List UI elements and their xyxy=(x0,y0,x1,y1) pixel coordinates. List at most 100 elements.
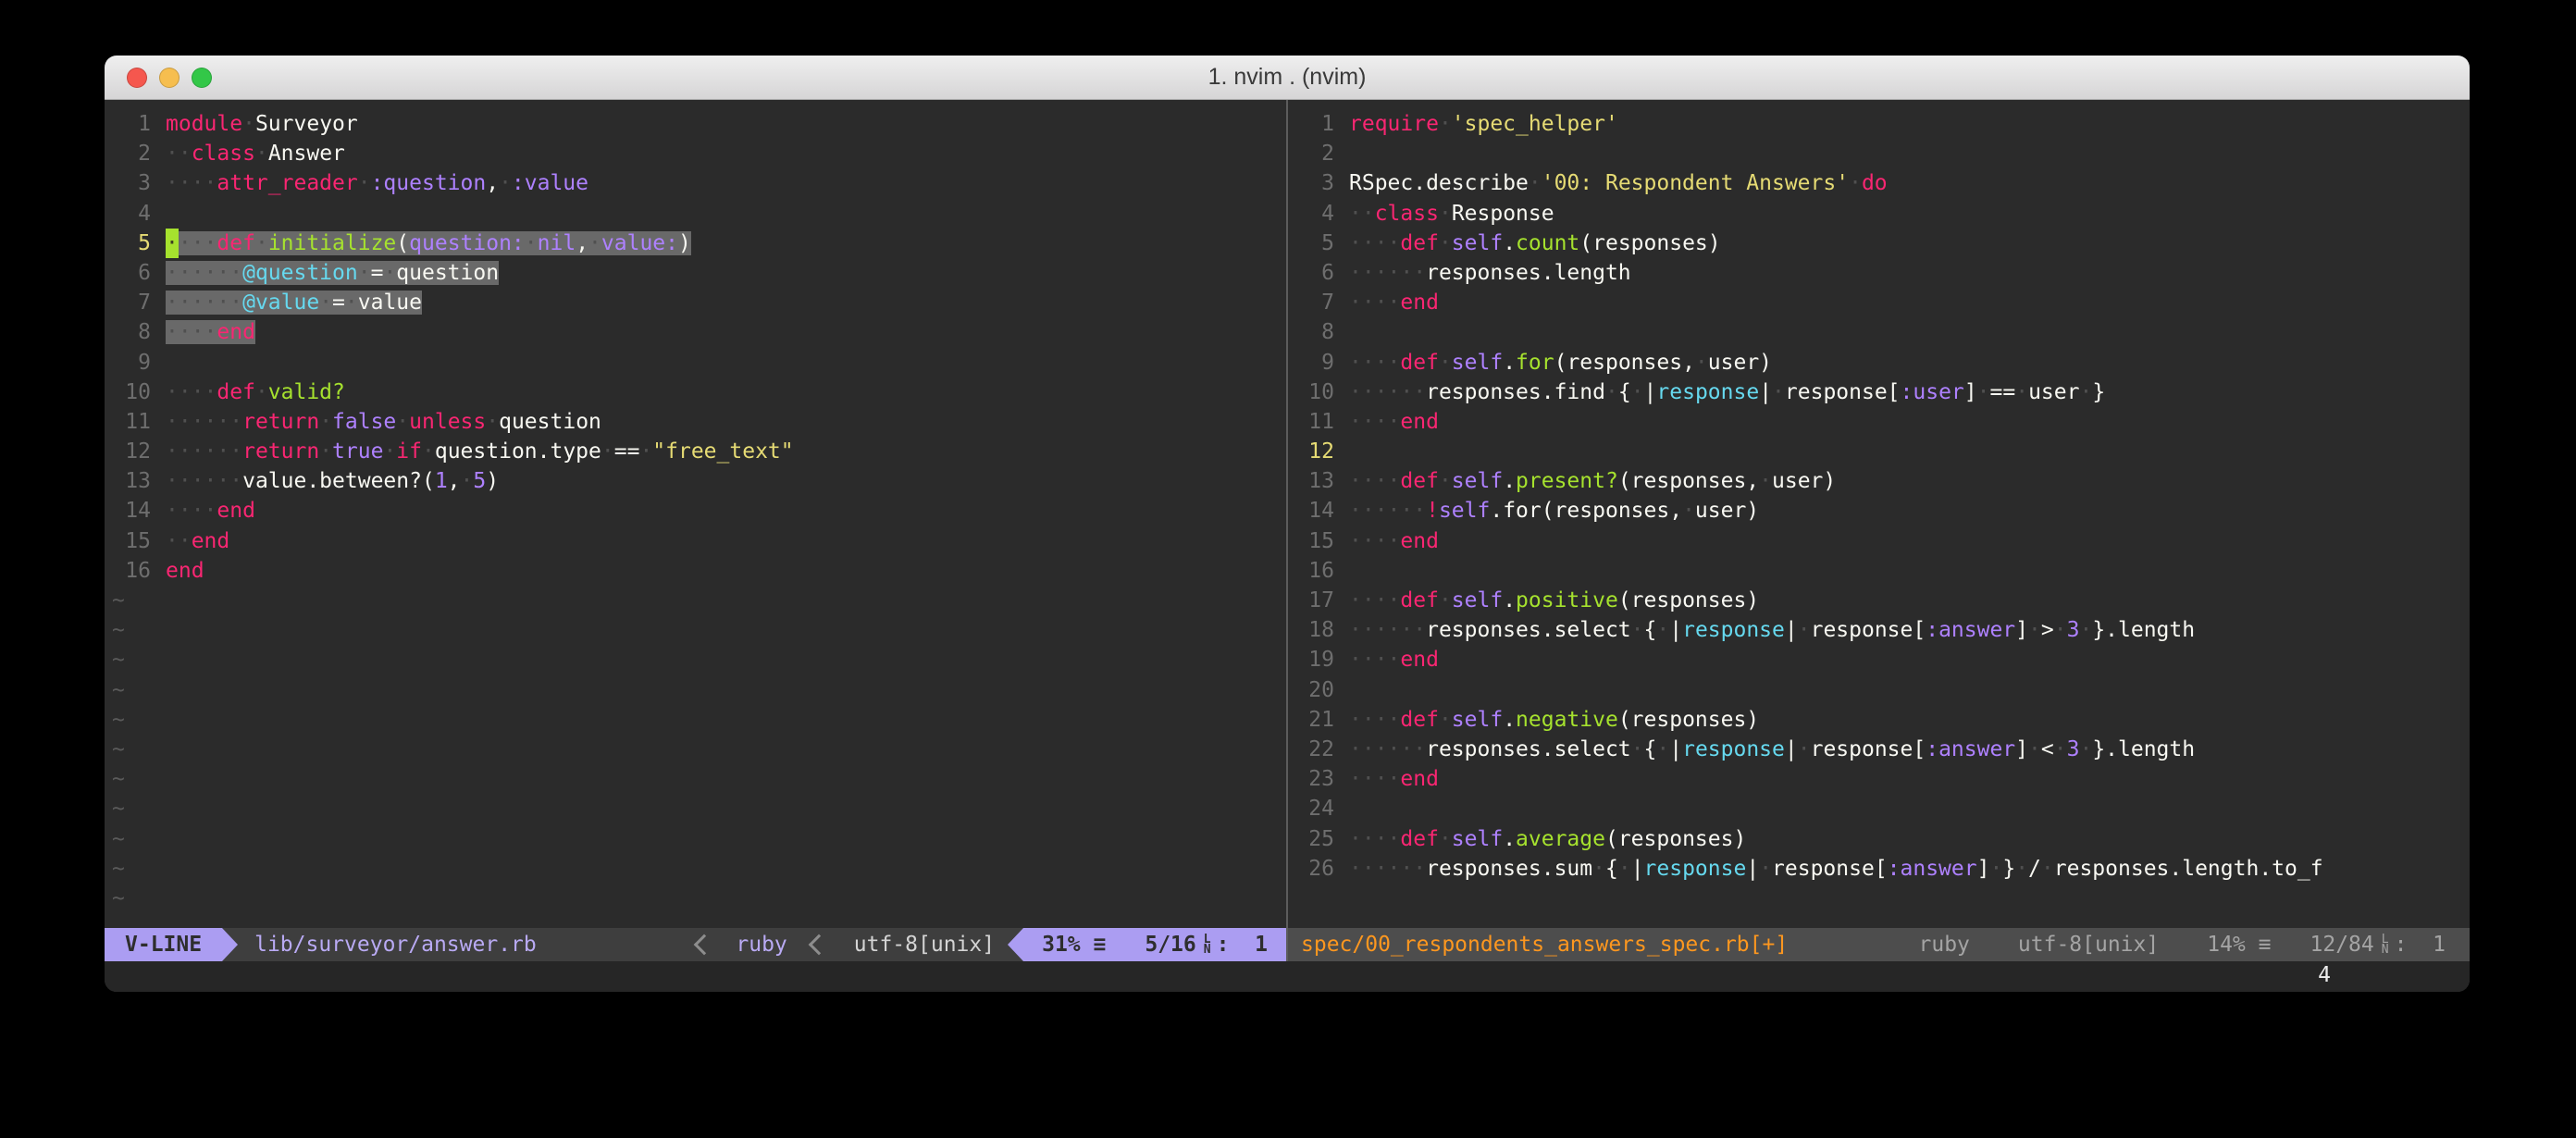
filler-tilde: ~ xyxy=(112,794,1286,823)
filler-tilde: ~ xyxy=(112,586,1286,615)
filler-tilde: ~ xyxy=(112,645,1286,674)
code-line: 8····end xyxy=(112,317,1286,347)
code-line: 2 xyxy=(1295,139,2470,168)
column-right: 1 xyxy=(2433,933,2446,957)
code-line: 8 xyxy=(1295,317,2470,347)
visual-selection: ···def·initialize(question:·nil,·value:) xyxy=(179,231,691,255)
code-line: 11······return·false·unless·question xyxy=(112,407,1286,437)
filetype-left: ruby xyxy=(726,928,796,961)
code-line: 20 xyxy=(1295,675,2470,705)
colon-separator: : xyxy=(2395,933,2408,957)
filler-tilde: ~ xyxy=(112,884,1286,913)
code-line: 13······value.between?(1,·5) xyxy=(112,466,1286,496)
line-number-symbol-icon: LN xyxy=(1204,934,1211,955)
code-line: 14····end xyxy=(112,496,1286,526)
line-position-left: 5/16 xyxy=(1145,933,1195,957)
code-line: 23····end xyxy=(1295,764,2470,794)
terminal-window[interactable]: 1. nvim . (nvim) 1module·Surveyor2··clas… xyxy=(105,56,2470,992)
line-position-right: 12/84 xyxy=(2310,933,2374,957)
code-line: 3RSpec.describe·'00: Respondent Answers'… xyxy=(1295,168,2470,198)
code-line: 10····def·valid? xyxy=(112,377,1286,407)
code-line: 15····end xyxy=(1295,526,2470,556)
chevron-left-icon xyxy=(694,934,715,956)
zoom-button[interactable] xyxy=(192,68,212,88)
pending-command-count: 4 xyxy=(2318,961,2331,992)
minimize-button[interactable] xyxy=(159,68,180,88)
code-line: 16end xyxy=(112,556,1286,586)
code-line: 7····end xyxy=(1295,288,2470,317)
colon-separator: : xyxy=(1217,933,1230,957)
code-line: 2··class·Answer xyxy=(112,139,1286,168)
filler-tilde: ~ xyxy=(112,764,1286,794)
code-line: 17····def·self.positive(responses) xyxy=(1295,586,2470,615)
scroll-percent-right: 14% xyxy=(2207,933,2246,957)
visual-selection: ····end xyxy=(166,320,255,344)
code-line: 10······responses.find·{·|response|·resp… xyxy=(1295,377,2470,407)
code-line: 5····def·initialize(question:·nil,·value… xyxy=(112,229,1286,258)
window-title: 1. nvim . (nvim) xyxy=(105,56,2470,99)
code-line: 5····def·self.count(responses) xyxy=(1295,229,2470,258)
statusline-right: spec/00_respondents_answers_spec.rb[+] r… xyxy=(1288,928,2470,961)
filename-right: spec/00_respondents_answers_spec.rb[+] xyxy=(1288,928,1895,961)
code-line: 13····def·self.present?(responses,·user) xyxy=(1295,466,2470,496)
filler-tilde: ~ xyxy=(112,854,1286,884)
split-panes: 1module·Surveyor2··class·Answer3····attr… xyxy=(105,100,2470,961)
code-area-right[interactable]: 1require·'spec_helper'23RSpec.describe·'… xyxy=(1288,100,2470,928)
visual-selection: ······@question·=·question xyxy=(166,261,499,285)
code-line: 24 xyxy=(1295,794,2470,823)
code-line: 18······responses.select·{·|response|·re… xyxy=(1295,615,2470,645)
code-line: 19····end xyxy=(1295,645,2470,674)
code-line: 25····def·self.average(responses) xyxy=(1295,824,2470,854)
chevron-left-icon xyxy=(808,934,829,956)
code-line: 6······responses.length xyxy=(1295,258,2470,288)
desktop: 1. nvim . (nvim) 1module·Surveyor2··clas… xyxy=(0,0,2576,1138)
text-cursor: · xyxy=(166,229,179,258)
code-line: 9 xyxy=(112,348,1286,377)
code-line: 3····attr_reader·:question,·:value xyxy=(112,168,1286,198)
editor-pane-right[interactable]: 1require·'spec_helper'23RSpec.describe·'… xyxy=(1288,100,2470,961)
code-line: 4 xyxy=(112,199,1286,229)
code-line: 12 xyxy=(1295,437,2470,466)
encoding-left: utf-8[unix] xyxy=(841,928,1008,961)
line-number-symbol-icon: LN xyxy=(2382,934,2389,955)
code-line: 16 xyxy=(1295,556,2470,586)
lines-icon: ≡ xyxy=(1094,933,1107,957)
lines-icon: ≡ xyxy=(2259,933,2272,957)
code-line: 4··class·Response xyxy=(1295,199,2470,229)
scroll-percent-left: 31% xyxy=(1042,933,1081,957)
code-line: 6······@question·=·question xyxy=(112,258,1286,288)
column-left: 1 xyxy=(1255,933,1268,957)
visual-selection: ······@value·=·value xyxy=(166,291,422,315)
traffic-lights xyxy=(127,56,212,99)
code-line: 26······responses.sum·{·|response|·respo… xyxy=(1295,854,2470,884)
filler-tilde: ~ xyxy=(112,705,1286,735)
code-line: 12······return·true·if·question.type·==·… xyxy=(112,437,1286,466)
mode-indicator: V-LINE xyxy=(105,928,222,961)
powerline-arrow-icon xyxy=(222,928,238,961)
code-line: 1require·'spec_helper' xyxy=(1295,109,2470,139)
code-line: 7······@value·=·value xyxy=(112,288,1286,317)
filler-tilde: ~ xyxy=(112,675,1286,705)
nvim-terminal: 1module·Surveyor2··class·Answer3····attr… xyxy=(105,100,2470,992)
code-line: 21····def·self.negative(responses) xyxy=(1295,705,2470,735)
editor-pane-left[interactable]: 1module·Surveyor2··class·Answer3····attr… xyxy=(105,100,1286,961)
close-button[interactable] xyxy=(127,68,147,88)
code-line: 9····def·self.for(responses,·user) xyxy=(1295,348,2470,377)
code-area-left[interactable]: 1module·Surveyor2··class·Answer3····attr… xyxy=(105,100,1286,928)
filler-tilde: ~ xyxy=(112,824,1286,854)
code-line: 15··end xyxy=(112,526,1286,556)
command-line[interactable]: 4 xyxy=(105,961,2470,992)
position-segment-left: 31% ≡ 5/16 LN: 1 xyxy=(1023,928,1286,961)
titlebar[interactable]: 1. nvim . (nvim) xyxy=(105,56,2470,100)
filetype-right: ruby xyxy=(1895,928,1994,961)
code-line: 14······!self.for(responses,·user) xyxy=(1295,496,2470,526)
filler-tilde: ~ xyxy=(112,735,1286,764)
code-line: 11····end xyxy=(1295,407,2470,437)
code-line: 1module·Surveyor xyxy=(112,109,1286,139)
statusline-left: V-LINE lib/surveyor/answer.rb ruby utf-8… xyxy=(105,928,1286,961)
code-line: 22······responses.select·{·|response|·re… xyxy=(1295,735,2470,764)
encoding-right: utf-8[unix] xyxy=(1994,928,2183,961)
filler-tilde: ~ xyxy=(112,615,1286,645)
filename-left: lib/surveyor/answer.rb xyxy=(238,928,682,961)
position-segment-right: 14% ≡ 12/84 LN: 1 xyxy=(2183,928,2470,961)
